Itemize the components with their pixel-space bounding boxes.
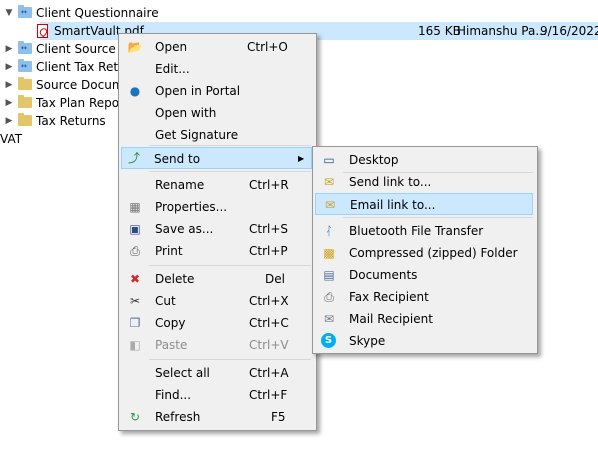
menu-separator: [149, 171, 311, 172]
menu-separator: [149, 359, 311, 360]
zip-folder-icon: ▩: [323, 246, 335, 260]
scissors-icon: ✂: [129, 294, 141, 308]
envelope-icon: ✉: [323, 175, 335, 189]
folder-icon: [18, 113, 32, 126]
properties-icon: ▦: [129, 200, 141, 214]
menu-separator: [343, 217, 533, 218]
submenu-item-skype[interactable]: S Skype: [315, 330, 533, 352]
print-icon: ⎙: [130, 244, 140, 258]
globe-icon: ●: [129, 84, 141, 98]
chevron-right-icon[interactable]: ▶: [4, 58, 14, 76]
menu-item-properties[interactable]: ▦ Properties...: [121, 196, 312, 218]
submenu-item-fax[interactable]: ⎙ Fax Recipient: [315, 286, 533, 308]
submenu-item-send-link[interactable]: ✉ Send link to...: [315, 171, 533, 193]
menu-item-delete[interactable]: ✖ Delete Del: [121, 268, 312, 290]
pdf-file-icon: [37, 24, 48, 38]
skype-icon: S: [321, 333, 336, 348]
send-to-icon: ⤴: [127, 151, 140, 165]
submenu-item-mail[interactable]: ✉ Mail Recipient: [315, 308, 533, 330]
submenu-item-email-link[interactable]: ✉ Email link to...: [315, 193, 533, 215]
documents-icon: ▤: [323, 268, 335, 282]
paste-icon: ◧: [129, 338, 141, 352]
menu-item-send-to[interactable]: ⤴ Send to ▶: [121, 147, 312, 169]
tree-item-label: Client Questionnaire: [36, 6, 159, 20]
submenu-item-desktop[interactable]: ▭ Desktop: [315, 149, 533, 171]
folder-icon: ↔: [18, 41, 32, 54]
menu-item-edit[interactable]: Edit...: [121, 58, 312, 80]
chevron-right-icon[interactable]: ▶: [4, 40, 14, 58]
folder-icon: ↔: [18, 59, 32, 72]
menu-item-cut[interactable]: ✂ Cut Ctrl+X: [121, 290, 312, 312]
menu-separator: [149, 265, 311, 266]
chevron-right-icon[interactable]: ▶: [4, 94, 14, 112]
file-owner: Himanshu Pa...: [457, 24, 547, 38]
menu-item-rename[interactable]: Rename Ctrl+R: [121, 174, 312, 196]
menu-item-open-with[interactable]: Open with: [121, 102, 312, 124]
envelope-icon: ✉: [324, 198, 336, 212]
menu-item-print[interactable]: ⎙ Print Ctrl+P: [121, 240, 312, 262]
tree-item-label: VAT: [0, 132, 23, 146]
menu-item-find[interactable]: Find... Ctrl+F: [121, 384, 312, 406]
menu-separator: [149, 145, 311, 146]
submenu-arrow-icon: ▶: [298, 154, 305, 163]
refresh-icon: ↻: [129, 410, 141, 424]
menu-item-select-all[interactable]: Select all Ctrl+A: [121, 362, 312, 384]
tree-item-vat[interactable]: VAT: [0, 130, 60, 148]
submenu-item-zip[interactable]: ▩ Compressed (zipped) Folder: [315, 242, 533, 264]
delete-icon: ✖: [129, 272, 141, 286]
file-date: 9/16/2022 1: [540, 24, 598, 38]
fax-icon: ⎙: [324, 290, 334, 304]
mail-recipient-icon: ✉: [323, 312, 335, 326]
folder-icon: [18, 95, 32, 108]
menu-item-refresh[interactable]: ↻ Refresh F5: [121, 406, 312, 428]
folder-icon: ↔: [18, 5, 32, 18]
folder-icon: [18, 77, 32, 90]
tree-item-label: Tax Returns: [36, 114, 106, 128]
menu-item-copy[interactable]: ❐ Copy Ctrl+C: [121, 312, 312, 334]
menu-item-save-as[interactable]: ▣ Save as... Ctrl+S: [121, 218, 312, 240]
copy-icon: ❐: [129, 316, 141, 330]
menu-item-open-in-portal[interactable]: ● Open in Portal: [121, 80, 312, 102]
tree-item-client-questionnaire[interactable]: ▼ ↔ Client Questionnaire: [0, 4, 300, 22]
bluetooth-icon: ᛮ: [325, 224, 333, 238]
menu-item-paste[interactable]: ◧ Paste Ctrl+V: [121, 334, 312, 356]
chevron-down-icon[interactable]: ▼: [4, 4, 14, 22]
menu-item-open[interactable]: 📂 Open Ctrl+O: [121, 36, 312, 58]
chevron-right-icon[interactable]: ▶: [4, 76, 14, 94]
send-to-submenu: ▭ Desktop ✉ Send link to... ✉ Email link…: [312, 146, 538, 354]
chevron-right-icon[interactable]: ▶: [4, 112, 14, 130]
context-menu: 📂 Open Ctrl+O Edit... ● Open in Portal O…: [118, 33, 317, 431]
open-folder-icon: 📂: [127, 40, 143, 54]
save-icon: ▣: [129, 222, 141, 236]
submenu-item-documents[interactable]: ▤ Documents: [315, 264, 533, 286]
file-size: 165 KB: [418, 24, 461, 38]
desktop-icon: ▭: [323, 153, 335, 167]
menu-item-get-signature[interactable]: Get Signature: [121, 124, 312, 146]
submenu-item-bluetooth[interactable]: ᛮ Bluetooth File Transfer: [315, 220, 533, 242]
